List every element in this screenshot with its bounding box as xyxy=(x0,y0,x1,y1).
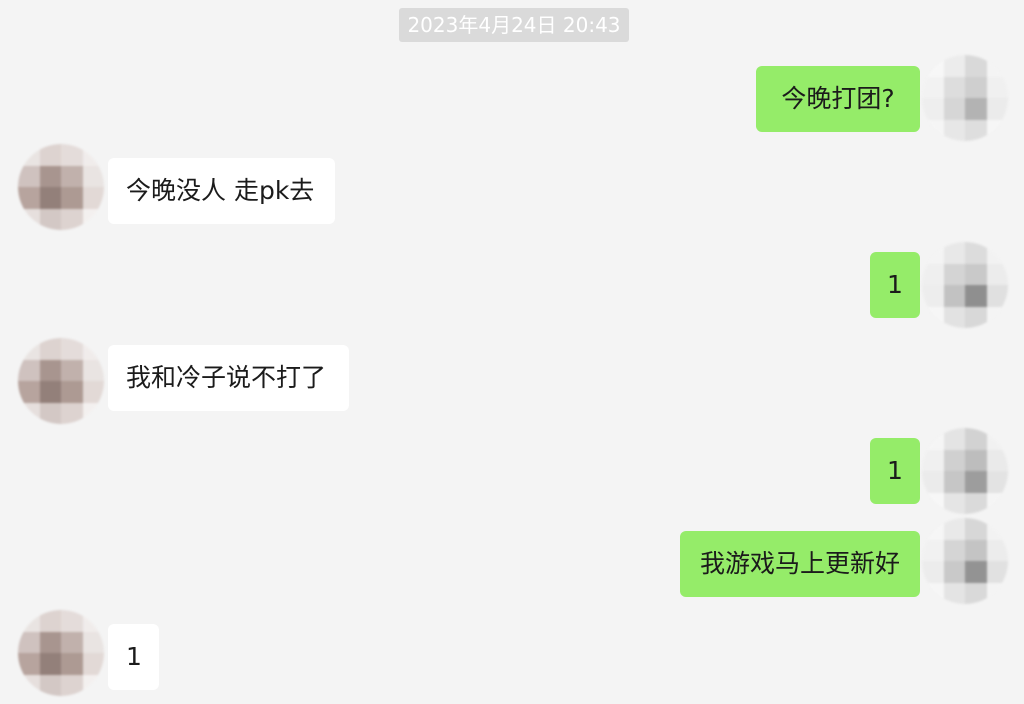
self-avatar[interactable] xyxy=(922,55,1008,141)
self-avatar[interactable] xyxy=(922,428,1008,514)
message-bubble-outgoing[interactable]: 今晚打团? xyxy=(756,66,920,132)
contact-avatar[interactable] xyxy=(18,610,104,696)
self-avatar[interactable] xyxy=(922,518,1008,604)
contact-avatar[interactable] xyxy=(18,144,104,230)
message-bubble-outgoing[interactable]: 1 xyxy=(870,438,920,504)
message-bubble-incoming[interactable]: 1 xyxy=(108,624,159,690)
message-bubble-outgoing[interactable]: 我游戏马上更新好 xyxy=(680,531,920,597)
message-bubble-outgoing[interactable]: 1 xyxy=(870,252,920,318)
contact-avatar[interactable] xyxy=(18,338,104,424)
self-avatar[interactable] xyxy=(922,242,1008,328)
chat-timestamp: 2023年4月24日 20:43 xyxy=(399,8,629,42)
message-bubble-incoming[interactable]: 今晚没人 走pk去 xyxy=(108,158,335,224)
message-bubble-incoming[interactable]: 我和冷子说不打了 xyxy=(108,345,349,411)
